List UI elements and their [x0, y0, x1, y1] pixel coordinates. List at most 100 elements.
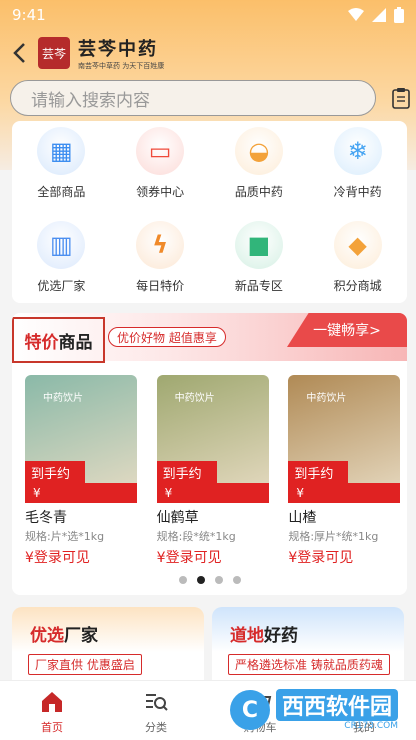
category-card: ▦ 全部商品 ▭ 领券中心 ◒ 品质中药 ❄ 冷背中药 ▥ 优选厂家 ϟ 每日特价 ■ 新品专区 ◆ 积分商城	[12, 121, 407, 303]
watermark-logo: C	[230, 690, 270, 730]
product-image-label: 中药饮片	[306, 393, 347, 404]
carousel-indicator	[12, 576, 407, 584]
authentic-medicine-title: 道地好药	[230, 621, 404, 646]
tab-label: 首页	[41, 721, 63, 734]
carousel-dot[interactable]	[196, 576, 205, 584]
status-icons	[348, 7, 404, 23]
price-tag: 到手约 ¥	[156, 461, 269, 505]
wifi-icon	[348, 8, 364, 21]
clipboard-button[interactable]	[376, 80, 410, 116]
battery-icon	[394, 7, 404, 23]
watermark-main: 西西软件园	[276, 689, 399, 721]
category-item[interactable]: ▭ 领券中心	[111, 121, 210, 219]
carousel-dot[interactable]	[232, 576, 241, 584]
clipboard-icon	[392, 88, 410, 109]
authentic-title-dark: 好药	[264, 626, 298, 646]
category-label: 品质中药	[234, 185, 283, 199]
special-title-dark: 商品	[58, 332, 93, 353]
special-more-button[interactable]: 一键畅享>	[287, 313, 407, 347]
special-header: 特价 商品 优价好物 超值惠享 一键畅享>	[12, 313, 407, 363]
price-symbol: ¥	[156, 483, 269, 503]
watermark: C 西西软件园 CR173.COM	[230, 686, 410, 734]
category-item[interactable]: ◒ 品质中药	[210, 121, 309, 219]
product-card[interactable]: 中药饮片到手约 ¥ 毛冬青规格:片*选*1kg ¥登录可见	[25, 375, 144, 567]
price-label: 到手约	[156, 461, 217, 483]
category-grid: ▦ 全部商品 ▭ 领券中心 ◒ 品质中药 ❄ 冷背中药 ▥ 优选厂家 ϟ 每日特价 ■ 新品专区 ◆ 积分商城	[12, 121, 407, 301]
category-item[interactable]: ■ 新品专区	[210, 219, 309, 301]
price-label: 到手约	[25, 461, 85, 483]
brand-logo-text: 芸芩	[41, 46, 66, 61]
price-tag: 到手约 ¥	[25, 461, 137, 505]
status-time: 9:41	[12, 6, 46, 24]
product-spec: 规格:厚片*统*1kg	[288, 530, 379, 543]
category-item[interactable]: ▦ 全部商品	[12, 121, 111, 219]
watermark-sub: CR173.COM	[344, 721, 399, 731]
category-item[interactable]: ▥ 优选厂家	[12, 219, 111, 301]
category-label: 每日特价	[136, 279, 185, 293]
special-tag: 优价好物 超值惠享	[108, 327, 226, 347]
brand-logo: 芸芩	[38, 37, 70, 69]
product-card[interactable]: 中药饮片到手约 ¥ 山楂规格:厚片*统*1kg ¥登录可见	[288, 375, 407, 567]
preferred-manufacturer-tag: 厂家直供 优惠盛启	[28, 654, 142, 675]
tab-home[interactable]: 首页	[0, 681, 104, 740]
preferred-manufacturer-title: 优选厂家	[30, 621, 204, 646]
new-badge-icon: ■	[234, 221, 283, 269]
tab-label: 分类	[145, 721, 167, 734]
points-icon: ◆	[333, 221, 382, 269]
tab-category[interactable]: 分类	[104, 681, 208, 740]
authentic-title-red: 道地	[230, 626, 264, 646]
carousel-dot[interactable]	[178, 576, 187, 584]
category-label: 优选厂家	[37, 279, 86, 293]
herb-pot-icon: ◒	[234, 127, 283, 175]
product-name: 山楂	[288, 510, 317, 526]
product-price: ¥登录可见	[156, 550, 222, 566]
carousel-dot[interactable]	[214, 576, 223, 584]
status-bar: 9:41	[0, 0, 416, 30]
grid-icon: ▦	[37, 127, 86, 175]
product-image-label: 中药饮片	[43, 393, 83, 404]
product-price: ¥登录可见	[288, 550, 354, 566]
category-label: 冷背中药	[333, 185, 382, 199]
product-image-label: 中药饮片	[174, 393, 215, 404]
watermark-text: 西西软件园 CR173.COM	[276, 689, 399, 731]
special-title: 特价 商品	[12, 317, 105, 363]
category-search-icon	[143, 689, 169, 715]
preferred-title-red: 优选	[30, 626, 64, 646]
snowflake-icon: ❄	[333, 127, 382, 175]
product-card[interactable]: 中药饮片到手约 ¥ 仙鹤草规格:段*统*1kg ¥登录可见	[156, 375, 276, 567]
product-price: ¥登录可见	[25, 550, 90, 566]
search-placeholder: 请输入搜索内容	[31, 90, 150, 111]
product-list: 中药饮片 到手约 ¥ 毛冬青 规格:片*选*1kg ¥登录可见 中药饮片 到手约 ¥ 仙鹤草 规格:…	[12, 375, 407, 567]
search-input[interactable]: 请输入搜索内容	[10, 80, 376, 116]
lightning-icon: ϟ	[136, 221, 185, 269]
category-label: 新品专区	[234, 279, 283, 293]
category-item[interactable]: ◆ 积分商城	[308, 219, 407, 301]
preferred-title-dark: 厂家	[64, 626, 98, 646]
special-offer-card: 特价 商品 优价好物 超值惠享 一键畅享> 中药饮片 到手约 ¥ 毛冬青 规格:片*选*1…	[12, 313, 407, 595]
back-button[interactable]	[0, 34, 38, 72]
price-symbol: ¥	[288, 483, 401, 503]
price-symbol: ¥	[25, 483, 137, 503]
signal-icon	[372, 8, 386, 22]
authentic-medicine-tag: 严格遴选标准 铸就品质药魂	[228, 654, 390, 675]
category-item[interactable]: ❄ 冷背中药	[308, 121, 407, 219]
brand: 芸芩中药 南芸芩中草药 为天下百姓康	[78, 35, 164, 71]
category-item[interactable]: ϟ 每日特价	[111, 219, 210, 301]
search-row: 请输入搜索内容	[10, 80, 410, 116]
brand-slogan: 南芸芩中草药 为天下百姓康	[78, 62, 165, 70]
coupon-icon: ▭	[136, 127, 185, 175]
product-name: 仙鹤草	[156, 510, 199, 526]
product-name: 毛冬青	[25, 510, 67, 526]
home-icon	[39, 689, 65, 715]
nav-bar: 芸芩 芸芩中药 南芸芩中草药 为天下百姓康	[0, 32, 416, 74]
brand-name: 芸芩中药	[78, 39, 158, 60]
category-label: 领券中心	[136, 185, 185, 199]
product-spec: 规格:片*选*1kg	[25, 530, 105, 543]
product-spec: 规格:段*统*1kg	[156, 530, 236, 543]
building-icon: ▥	[37, 221, 86, 269]
category-label: 全部商品	[37, 185, 86, 199]
special-title-red: 特价	[24, 332, 59, 353]
chevron-left-icon	[13, 43, 25, 63]
price-tag: 到手约 ¥	[288, 461, 401, 505]
category-label: 积分商城	[333, 279, 382, 293]
